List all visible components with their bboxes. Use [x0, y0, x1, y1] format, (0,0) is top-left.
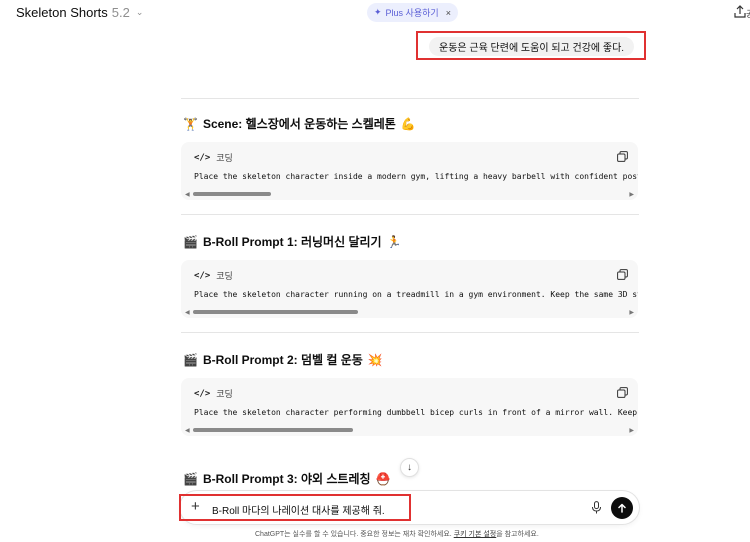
horizontal-scrollbar[interactable]: ◀ ▶: [185, 309, 634, 316]
clapperboard-icon: 🎬: [183, 471, 198, 486]
section-title-text: B-Roll Prompt 1: 러닝머신 달리기: [202, 235, 382, 249]
prompt-input[interactable]: B-Roll 마다의 나레이션 대사를 제공해 줘.: [212, 502, 385, 517]
scrollbar-thumb[interactable]: [193, 310, 358, 314]
scroll-left-icon[interactable]: ◀: [185, 191, 190, 198]
app-title: Skeleton Shorts: [16, 5, 108, 20]
plus-icon[interactable]: +: [191, 498, 200, 516]
horizontal-scrollbar[interactable]: ◀ ▶: [185, 191, 634, 198]
model-version: 5.2: [111, 5, 130, 20]
copy-icon[interactable]: [617, 151, 628, 162]
horizontal-scrollbar[interactable]: ◀ ▶: [185, 427, 634, 434]
arrow-down-icon[interactable]: ↓: [400, 458, 419, 477]
code-icon: </>: [194, 388, 211, 399]
copy-icon[interactable]: [617, 387, 628, 398]
code-text: Place the skeleton character inside a mo…: [194, 172, 638, 181]
code-block: </> 코딩 Place the skeleton character insi…: [181, 142, 638, 200]
code-block: </> 코딩 Place the skeleton character perf…: [181, 378, 638, 436]
divider: [181, 214, 639, 215]
helmet-icon: ⛑️: [375, 471, 391, 486]
code-language-label: 코딩: [216, 153, 233, 163]
plus-upgrade-pill[interactable]: ✦ Plus 사용하기 ×: [367, 3, 458, 22]
section-heading: 🎬 B-Roll Prompt 2: 덤벨 컬 운동 💥: [183, 351, 383, 368]
share-label[interactable]: 공: [746, 7, 750, 20]
share-icon[interactable]: [733, 5, 747, 19]
scrollbar-thumb[interactable]: [193, 428, 353, 432]
code-icon: </>: [194, 152, 211, 163]
scroll-left-icon[interactable]: ◀: [185, 309, 190, 316]
microphone-icon[interactable]: [591, 501, 602, 514]
scroll-right-icon[interactable]: ▶: [629, 309, 634, 316]
weightlifter-icon: 🏋️: [183, 116, 198, 131]
code-language-label: 코딩: [216, 271, 233, 281]
copy-icon[interactable]: [617, 269, 628, 280]
scrollbar-thumb[interactable]: [193, 192, 271, 196]
section-title-text: B-Roll Prompt 2: 덤벨 컬 운동: [202, 353, 363, 367]
scroll-left-icon[interactable]: ◀: [185, 427, 190, 434]
top-bar: Skeleton Shorts 5.2 ⌄ ✦ Plus 사용하기 × 공: [0, 0, 750, 26]
send-button[interactable]: [611, 497, 633, 519]
code-language-label: 코딩: [216, 389, 233, 399]
code-icon: </>: [194, 270, 211, 281]
flexed-arm-icon: 💪: [400, 116, 416, 131]
clapperboard-icon: 🎬: [183, 352, 198, 367]
sparkle-icon: ✦: [374, 7, 382, 17]
close-icon[interactable]: ×: [446, 8, 451, 18]
footer-disclaimer: ChatGPT는 실수를 할 수 있습니다. 중요한 정보는 재차 확인하세요.…: [255, 529, 539, 539]
send-arrow-icon: [618, 503, 626, 513]
scroll-right-icon[interactable]: ▶: [629, 427, 634, 434]
section-title-text: B-Roll Prompt 3: 야외 스트레칭: [202, 472, 371, 486]
code-block-header: </> 코딩: [194, 151, 233, 164]
clapperboard-icon: 🎬: [183, 234, 198, 249]
user-message-bubble: 운동은 근육 단련에 도움이 되고 건강에 좋다.: [429, 37, 635, 56]
plus-pill-label: Plus 사용하기: [385, 8, 439, 18]
scroll-right-icon[interactable]: ▶: [629, 191, 634, 198]
section-heading: 🏋️ Scene: 헬스장에서 운동하는 스켈레톤 💪: [183, 115, 416, 132]
runner-icon: 🏃: [386, 234, 402, 249]
code-block-header: </> 코딩: [194, 269, 233, 282]
cookie-settings-link[interactable]: 쿠키 기본 설정: [454, 531, 497, 538]
divider: [181, 98, 639, 99]
footer-suffix: 을 참고하세요.: [496, 531, 539, 538]
model-selector[interactable]: Skeleton Shorts 5.2 ⌄: [16, 5, 143, 20]
divider: [181, 332, 639, 333]
chevron-down-icon: ⌄: [135, 7, 144, 17]
section-heading: 🎬 B-Roll Prompt 1: 러닝머신 달리기 🏃: [183, 233, 402, 250]
footer-text: ChatGPT는 실수를 할 수 있습니다. 중요한 정보는 재차 확인하세요.: [255, 531, 454, 538]
section-heading: 🎬 B-Roll Prompt 3: 야외 스트레칭 ⛑️: [183, 470, 390, 487]
code-text: Place the skeleton character performing …: [194, 408, 638, 417]
code-block-header: </> 코딩: [194, 387, 233, 400]
code-block: </> 코딩 Place the skeleton character runn…: [181, 260, 638, 318]
collision-icon: 💥: [367, 352, 383, 367]
code-text: Place the skeleton character running on …: [194, 290, 638, 299]
section-title-text: Scene: 헬스장에서 운동하는 스켈레톤: [202, 117, 396, 131]
